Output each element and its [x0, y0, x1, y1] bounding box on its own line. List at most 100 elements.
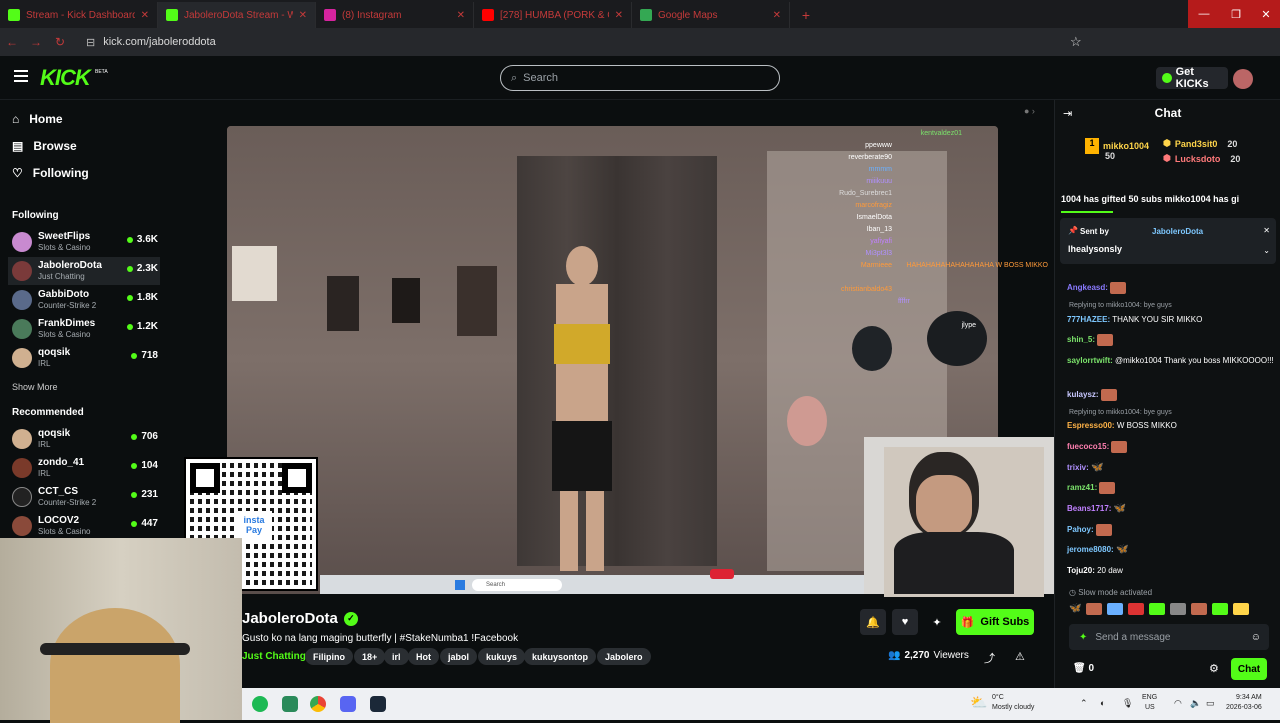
settings-gear-icon[interactable]: ⚙ — [1209, 662, 1219, 675]
reload-icon[interactable]: ↻ — [48, 35, 72, 49]
minimize-button[interactable]: — — [1188, 0, 1220, 28]
browser-tab-bar: Stream - Kick Dashboard ✕ JaboleroDota St… — [0, 0, 1280, 28]
emote-icon[interactable] — [1128, 603, 1145, 615]
pinned-message[interactable]: 📌 Sent by JaboleroDota lhealysonsly ✕ ⌄ — [1060, 218, 1276, 264]
maximize-button[interactable]: ❐ — [1220, 0, 1252, 28]
get-kicks-button[interactable]: Get KICKs — [1156, 66, 1228, 90]
mute-indicator-icon: ● › — [1024, 106, 1035, 116]
chat-input[interactable]: ✦ Send a message ☺ — [1069, 624, 1269, 650]
leaderboard-first: 1 mikko1004 — [1085, 138, 1149, 154]
kicks-counter[interactable]: 🗑 0 — [1073, 663, 1094, 674]
spotify-icon[interactable] — [252, 696, 268, 712]
close-tab-icon[interactable]: ✕ — [299, 10, 307, 21]
sidebar-channel[interactable]: SweetFlips Slots & Casino 3.6K — [8, 228, 160, 256]
following-heading: Following — [12, 210, 59, 221]
site-info-icon[interactable]: ⊟ — [86, 36, 95, 49]
browser-tab[interactable]: Stream - Kick Dashboard ✕ — [0, 2, 158, 28]
tag[interactable]: Hot — [408, 648, 439, 665]
emote-bar[interactable]: 🦋 — [1069, 603, 1269, 619]
live-dot-icon — [126, 265, 133, 272]
tag[interactable]: irl — [384, 648, 409, 665]
wifi-icon[interactable]: ◠ — [1174, 698, 1182, 709]
category-link[interactable]: Just Chatting — [242, 651, 306, 662]
share-icon[interactable]: ⤴ — [984, 650, 995, 666]
clock-time[interactable]: 9:34 AM — [1236, 694, 1262, 701]
avatar — [12, 348, 32, 368]
browser-tab[interactable]: Google Maps ✕ — [632, 2, 790, 28]
sidebar-channel[interactable]: LOCOV2 Slots & Casino 447 — [8, 512, 160, 540]
browser-tab[interactable]: (8) Instagram ✕ — [316, 2, 474, 28]
steam-icon[interactable] — [370, 696, 386, 712]
tag[interactable]: Jabolero — [597, 648, 651, 665]
hamburger-menu-icon[interactable] — [14, 70, 28, 82]
tray-chevron-icon[interactable]: ⌃ — [1080, 698, 1088, 709]
sidebar-channel[interactable]: GabbiDoto Counter-Strike 2 1.8K — [8, 286, 160, 314]
emote-icon[interactable] — [1149, 603, 1166, 615]
browser-tab[interactable]: [278] HUMBA (PORK & CHICK✕ — [474, 2, 632, 28]
emote-icon[interactable] — [1086, 603, 1103, 615]
emote-icon[interactable] — [1212, 603, 1229, 615]
emoji-icon[interactable]: ☺ — [1251, 632, 1261, 643]
app-icon[interactable] — [282, 696, 298, 712]
emote-icon — [1100, 389, 1117, 401]
forward-icon[interactable]: → — [24, 35, 48, 49]
chrome-icon[interactable] — [310, 696, 326, 712]
tag[interactable]: Filipino — [305, 648, 353, 665]
clock-date[interactable]: 2026-03-06 — [1226, 704, 1262, 711]
emote-icon[interactable] — [1233, 603, 1250, 615]
sidebar-channel[interactable]: JaboleroDota Just Chatting 2.3K — [8, 257, 160, 285]
nav-browse[interactable]: ▤ Browse — [12, 139, 77, 153]
kick-icon — [8, 9, 20, 21]
unpin-icon[interactable]: ✕ — [1263, 226, 1270, 235]
report-icon[interactable]: ⚠ — [1015, 650, 1025, 663]
emote-icon[interactable] — [1107, 603, 1124, 615]
close-tab-icon[interactable]: ✕ — [773, 10, 781, 21]
follow-heart-button[interactable]: ♥ — [892, 609, 918, 635]
butterfly-emote-icon[interactable]: 🦋 — [1069, 603, 1081, 619]
close-tab-icon[interactable]: ✕ — [141, 10, 149, 21]
tray-app-icon[interactable]: ◐ — [1100, 698, 1105, 708]
butterfly-emote-icon: 🦋 — [1091, 462, 1104, 473]
search-input[interactable]: ⌕ Search — [500, 65, 780, 91]
video-chat-overlay: kentvaldez01 ppewww reverberate90 mmmm m… — [839, 130, 1048, 329]
close-window-button[interactable]: ✕ — [1252, 0, 1280, 28]
tag[interactable]: kukuys — [478, 648, 526, 665]
chevron-down-icon[interactable]: ⌄ — [1263, 246, 1270, 255]
sidebar-channel[interactable]: FrankDimes Slots & Casino 1.2K — [8, 315, 160, 343]
notification-bell-button[interactable]: 🔔 — [860, 609, 886, 635]
emote-icon[interactable] — [1170, 603, 1187, 615]
kick-logo[interactable]: KICK — [40, 65, 91, 91]
user-avatar[interactable] — [1233, 69, 1253, 89]
new-tab-button[interactable]: + — [796, 5, 816, 25]
sparkle-button[interactable]: ✦ — [924, 609, 950, 635]
tag[interactable]: jabol — [440, 648, 478, 665]
microphone-icon[interactable]: 🎙 — [1122, 698, 1133, 709]
volume-icon[interactable]: 🔈 — [1190, 698, 1201, 709]
nav-home[interactable]: ⌂ Home — [12, 112, 63, 126]
close-tab-icon[interactable]: ✕ — [457, 10, 465, 21]
sidebar-channel[interactable]: qoqsik IRL 706 — [8, 425, 160, 453]
show-more-link[interactable]: Show More — [12, 382, 58, 392]
send-chat-button[interactable]: Chat — [1231, 658, 1267, 680]
tag[interactable]: 18+ — [354, 648, 386, 665]
streamer-name[interactable]: JaboleroDota ✓ — [242, 610, 358, 627]
chat-title: Chat — [1154, 106, 1182, 120]
nav-following[interactable]: ♡ Following — [12, 166, 89, 180]
battery-icon[interactable]: ▭ — [1206, 698, 1215, 709]
close-tab-icon[interactable]: ✕ — [615, 10, 623, 21]
discord-icon[interactable] — [340, 696, 356, 712]
chat-message: Pahoy: — [1067, 524, 1277, 536]
sidebar-channel[interactable]: CCT_CS Counter-Strike 2 231 — [8, 483, 160, 511]
emote-icon[interactable] — [1191, 603, 1208, 615]
sidebar-channel[interactable]: zondo_41 IRL 104 — [8, 454, 160, 482]
back-icon[interactable]: ← — [0, 35, 24, 49]
bookmark-star-icon[interactable]: ☆ — [1070, 34, 1082, 50]
tag[interactable]: kukuysontop — [524, 648, 597, 665]
beta-label: BETA — [95, 69, 108, 75]
url-field[interactable]: ⊟ kick.com/jaboleroddota — [86, 32, 1096, 52]
gift-subs-button[interactable]: 🎁 Gift Subs — [956, 609, 1034, 635]
sidebar-channel[interactable]: qoqsik IRL 718 — [8, 344, 160, 372]
chat-message: Beans1717: 🦋 — [1067, 503, 1127, 514]
leaderboard-third: ⬢ Lucksdoto 20 — [1163, 153, 1241, 164]
browser-tab[interactable]: JaboleroDota Stream - Wa ✕ — [158, 2, 316, 28]
